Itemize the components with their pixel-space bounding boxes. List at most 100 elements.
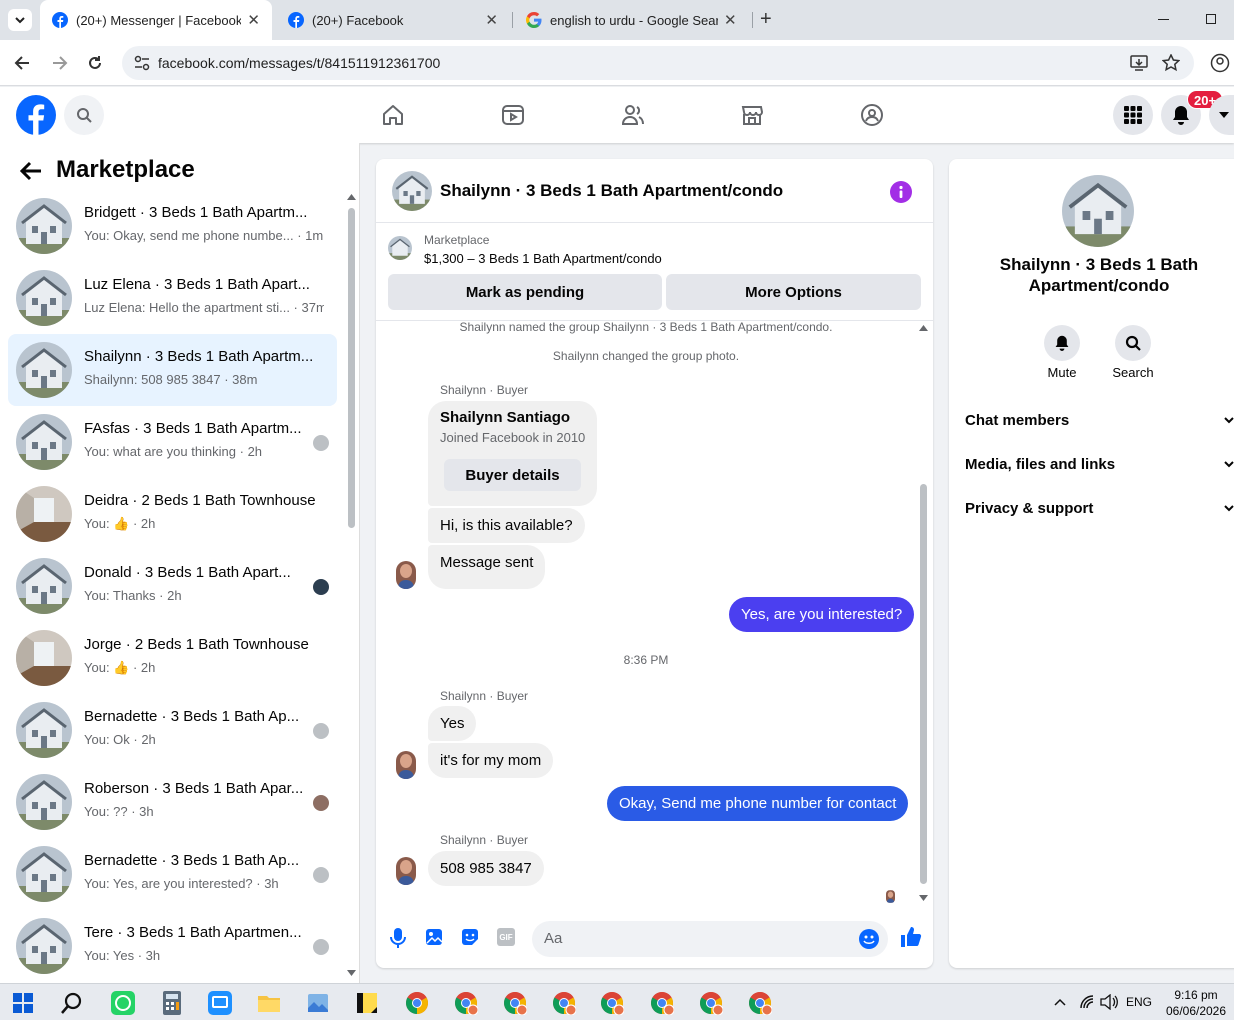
tab-facebook[interactable]: (20+) Facebook ✕ [276,0,510,40]
photos-icon[interactable] [306,991,330,1015]
remote-desktop-icon[interactable] [208,991,232,1015]
search-icon[interactable] [60,991,84,1015]
search-icon [77,108,92,123]
nav-friends[interactable] [619,101,647,129]
sender-avatar[interactable] [396,751,416,779]
chrome-window-icon[interactable] [600,991,624,1015]
microphone-icon[interactable] [390,928,406,948]
conversation-item[interactable]: Shailynn · 3 Beds 1 Bath Apartm... Shaily… [8,334,337,406]
nav-home[interactable] [379,101,407,129]
my-message-bubble[interactable]: Yes, are you interested? [729,597,915,632]
conversation-item[interactable]: Donald · 3 Beds 1 Bath Apart... You: Than… [8,550,337,622]
scroll-down-arrow[interactable] [919,895,928,901]
whatsapp-icon[interactable] [111,991,135,1015]
chrome-window-icon[interactable] [699,991,723,1015]
conversation-item[interactable]: Bernadette · 3 Beds 1 Bath Ap... You: Yes… [8,838,337,910]
back-arrow-icon[interactable] [14,55,30,71]
conversation-item[interactable]: Roberson · 3 Beds 1 Bath Apar... You: ?? … [8,766,337,838]
conversation-item[interactable]: Jorge · 2 Beds 1 Bath Townhouse You: 👍 · … [8,622,337,694]
conversation-item[interactable]: Tere · 3 Beds 1 Bath Apartmen... You: Yes… [8,910,337,982]
windows-start-icon[interactable] [13,993,33,1013]
facebook-search-button[interactable] [64,95,104,135]
info-button[interactable] [890,181,912,203]
tab-search-button[interactable] [8,9,32,31]
sticky-notes-icon[interactable] [355,991,379,1015]
conversation-item[interactable]: Deidra · 2 Beds 1 Bath Townhouse You: 👍 ·… [8,478,337,550]
conversation-item[interactable]: Bridgett · 3 Beds 1 Bath Apartm... You: O… [8,190,337,262]
section-chat-members[interactable]: Chat members [965,412,1234,429]
bookmark-star-icon[interactable] [1162,54,1180,72]
section-media-files-links[interactable]: Media, files and links [965,456,1234,473]
message-bubble[interactable]: Message sent [428,545,546,589]
mute-button[interactable] [1044,325,1080,361]
windows-taskbar: ENG 9:16 pm 06/06/2026 [0,983,1234,1020]
chrome-window-icon[interactable] [503,991,527,1015]
sticker-icon[interactable] [461,928,479,946]
my-message-bubble[interactable]: Okay, Send me phone number for contact [607,786,909,821]
clock[interactable]: 9:16 pm 06/06/2026 [1164,987,1228,1019]
forward-arrow-icon[interactable] [52,55,68,71]
chat-scrollbar[interactable] [920,484,927,884]
omnibox[interactable]: facebook.com/messages/t/841511912361700 [122,46,1194,80]
scroll-down-arrow[interactable] [347,970,356,976]
listing-thumbnail[interactable] [388,236,412,260]
like-thumb-icon[interactable] [900,926,922,948]
menu-button[interactable] [1113,95,1153,135]
message-bubble[interactable]: Yes [428,706,477,741]
mark-as-pending-button[interactable]: Mark as pending [388,274,662,310]
nav-groups[interactable] [858,101,886,129]
nav-marketplace[interactable] [738,101,766,129]
tab-close-icon[interactable]: ✕ [247,11,260,29]
tab-close-icon[interactable]: ✕ [485,11,498,29]
sender-avatar[interactable] [396,561,416,589]
language-indicator[interactable]: ENG [1126,995,1152,1009]
chrome-window-icon[interactable] [650,991,674,1015]
install-app-icon[interactable] [1130,54,1148,72]
conversation-item[interactable]: Bernadette · 3 Beds 1 Bath Ap... You: Ok … [8,694,337,766]
house-photo-icon [16,270,72,326]
back-arrow-icon[interactable] [20,161,42,181]
message-bubble[interactable]: 508 985 3847 [428,851,544,886]
chat-avatar[interactable] [392,171,432,211]
restore-icon[interactable] [1206,14,1216,24]
gif-icon[interactable]: GIF [497,928,515,946]
file-explorer-icon[interactable] [257,991,281,1015]
nav-video[interactable] [499,101,527,129]
message-input[interactable]: Aa [532,921,888,957]
conversation-item[interactable]: Luz Elena · 3 Beds 1 Bath Apart... Luz El… [8,262,337,334]
tab-close-icon[interactable]: ✕ [724,11,737,29]
buyer-details-button[interactable]: Buyer details [444,459,581,491]
scroll-up-arrow[interactable] [919,325,928,331]
section-privacy-support[interactable]: Privacy & support [965,500,1234,517]
site-info-icon[interactable] [134,55,150,71]
image-icon[interactable] [425,928,443,946]
chrome-window-icon[interactable] [552,991,576,1015]
message-bubble[interactable]: Hi, is this available? [428,508,585,543]
tab-messenger[interactable]: (20+) Messenger | Facebook ✕ [40,0,272,40]
chrome-window-icon[interactable] [748,991,772,1015]
conversation-avatar[interactable] [1062,175,1134,247]
facebook-logo-icon[interactable] [16,95,56,135]
tab-google-search[interactable]: english to urdu - Google Search ✕ [514,0,750,40]
reload-icon[interactable] [87,55,103,71]
calculator-icon[interactable] [160,991,184,1015]
chrome-window-icon[interactable] [454,991,478,1015]
more-options-button[interactable]: More Options [666,274,921,310]
sender-avatar[interactable] [396,857,416,885]
conversation-item[interactable]: FAsfas · 3 Beds 1 Bath Apartm... You: wha… [8,406,337,478]
scroll-up-arrow[interactable] [347,194,356,200]
message-bubble[interactable]: it's for my mom [428,743,554,778]
house-photo-icon [388,236,412,260]
new-tab-button[interactable]: + [760,8,772,31]
sidebar-scrollbar[interactable] [348,208,355,528]
listing-text[interactable]: $1,300 – 3 Beds 1 Bath Apartment/condo [424,251,662,266]
minimize-icon[interactable] [1158,19,1169,20]
search-button[interactable] [1115,325,1151,361]
profile-icon[interactable] [1210,53,1230,73]
chrome-window-icon[interactable] [405,991,429,1015]
seen-avatar [313,579,329,595]
wifi-icon[interactable] [1079,994,1095,1010]
emoji-icon[interactable] [859,929,879,949]
chevron-up-icon[interactable] [1054,998,1066,1006]
speaker-icon[interactable] [1100,994,1118,1010]
